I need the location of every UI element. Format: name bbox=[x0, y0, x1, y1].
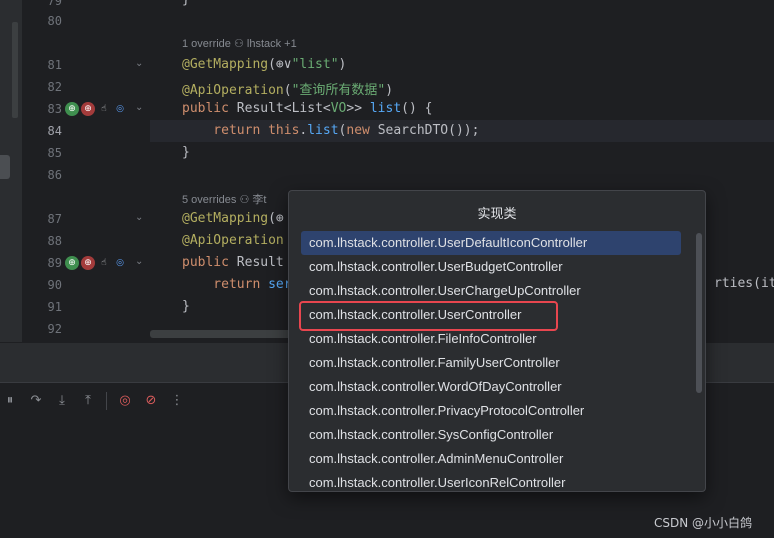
fold-chevron-icon[interactable]: ⌄ bbox=[135, 256, 143, 267]
code-token: () { bbox=[401, 101, 433, 116]
code-token: } bbox=[182, 0, 190, 7]
code-token: public bbox=[182, 101, 237, 116]
line-number: 83 bbox=[47, 102, 62, 116]
more-icon[interactable]: ⋮ bbox=[169, 393, 185, 409]
code-token: @GetMapping bbox=[182, 211, 269, 226]
implementation-item[interactable]: com.lhstack.controller.UserDefaultIconCo… bbox=[301, 231, 681, 255]
code-token: list bbox=[307, 123, 339, 138]
hand-pointer-icon[interactable]: ☝ bbox=[97, 256, 111, 270]
code-line: return this.list(new SearchDTO()); bbox=[182, 123, 479, 138]
implemented-icon[interactable]: ⊕ bbox=[65, 102, 79, 116]
code-vision-hint[interactable]: 1 override ⚇ lhstack +1 bbox=[182, 37, 297, 50]
implementation-item[interactable]: com.lhstack.controller.SysConfigControll… bbox=[301, 423, 681, 447]
implementation-item[interactable]: com.lhstack.controller.WordOfDayControll… bbox=[301, 375, 681, 399]
implementation-item[interactable]: com.lhstack.controller.UserChargeUpContr… bbox=[301, 279, 681, 303]
code-tail-text: rties(ite bbox=[714, 276, 774, 291]
code-token: ( bbox=[268, 57, 276, 72]
toolbar-separator bbox=[106, 391, 107, 410]
implementation-item[interactable]: com.lhstack.controller.UserIconRelContro… bbox=[301, 471, 681, 491]
code-line: } bbox=[182, 0, 190, 7]
code-token: @ApiOperation bbox=[182, 83, 284, 98]
popup-title: 实现类 bbox=[477, 207, 517, 222]
stripe-scrollbar[interactable] bbox=[12, 22, 18, 118]
web-icon[interactable]: ◎ bbox=[113, 256, 127, 270]
code-line: } bbox=[182, 299, 190, 314]
code-token: ⊕∨ bbox=[275, 57, 292, 72]
code-token: (⊕ bbox=[268, 211, 284, 226]
code-token: >> bbox=[346, 101, 370, 116]
code-token: public bbox=[182, 255, 237, 270]
line-number: 90 bbox=[47, 278, 62, 292]
line-number: 79 bbox=[47, 0, 62, 8]
code-token: Result bbox=[236, 255, 284, 270]
code-vision-hint[interactable]: 5 overrides ⚇ 李t bbox=[182, 191, 266, 207]
code-token: return this bbox=[182, 123, 300, 138]
implementation-item[interactable]: com.lhstack.controller.UserBudgetControl… bbox=[301, 255, 681, 279]
code-line: } bbox=[182, 145, 190, 160]
code-line: return ser bbox=[182, 277, 291, 292]
code-token: ) bbox=[385, 83, 394, 98]
mapping-icon[interactable]: ⊕ bbox=[81, 102, 95, 116]
web-icon[interactable]: ◎ bbox=[113, 102, 127, 116]
code-line: @ApiOperation bbox=[182, 233, 284, 248]
view-breakpoints-icon[interactable]: ◎ bbox=[117, 393, 133, 409]
implementation-item[interactable]: com.lhstack.controller.PrivacyProtocolCo… bbox=[301, 399, 681, 423]
code-token: } bbox=[182, 145, 190, 160]
code-line: @GetMapping(⊕ bbox=[182, 211, 284, 226]
step-into-icon[interactable]: ⤓ bbox=[54, 393, 70, 409]
code-token: "list" bbox=[291, 57, 339, 72]
stripe-tab[interactable] bbox=[0, 155, 10, 179]
code-token: VO bbox=[330, 101, 347, 116]
implementation-item[interactable]: com.lhstack.controller.FamilyUserControl… bbox=[301, 351, 681, 375]
step-out-icon[interactable]: ⤒ bbox=[80, 393, 96, 409]
line-number: 89 bbox=[47, 256, 62, 270]
code-token: } bbox=[182, 299, 190, 314]
line-number: 85 bbox=[47, 146, 62, 160]
gutter-icons-89: ⊕ ⊕ ☝ ◎ bbox=[65, 254, 127, 272]
popup-scrollbar[interactable] bbox=[696, 233, 702, 393]
implementation-item[interactable]: com.lhstack.controller.AdminMenuControll… bbox=[301, 447, 681, 471]
line-number: 91 bbox=[47, 300, 62, 314]
implementation-list: com.lhstack.controller.UserDefaultIconCo… bbox=[301, 231, 681, 491]
line-number: 88 bbox=[47, 234, 62, 248]
code-token: ) bbox=[338, 57, 347, 72]
annotation-highlight-box bbox=[299, 301, 558, 331]
line-number: 92 bbox=[47, 322, 62, 336]
fold-chevron-icon[interactable]: ⌄ bbox=[135, 212, 143, 223]
line-number: 80 bbox=[47, 14, 62, 28]
line-number: 87 bbox=[47, 212, 62, 226]
mapping-icon[interactable]: ⊕ bbox=[81, 256, 95, 270]
code-token: SearchDTO()); bbox=[377, 123, 480, 138]
code-line: public Result bbox=[182, 255, 284, 270]
fold-chevron-icon[interactable]: ⌄ bbox=[135, 102, 143, 113]
code-line: @GetMapping(⊕∨"list") bbox=[182, 57, 346, 72]
line-number: 81 bbox=[47, 58, 62, 72]
code-token: Result<List< bbox=[236, 101, 331, 116]
horizontal-scrollbar[interactable] bbox=[150, 330, 310, 338]
step-over-icon[interactable]: ↷ bbox=[28, 393, 44, 409]
code-line: public Result<List<VO>> list() { bbox=[182, 101, 432, 116]
code-token: @ApiOperation bbox=[182, 233, 284, 248]
code-line: @ApiOperation("查询所有数据") bbox=[182, 79, 393, 98]
pause-icon[interactable]: ⏸ bbox=[2, 393, 18, 409]
code-token: "查询所有数据" bbox=[291, 83, 386, 98]
fold-chevron-icon[interactable]: ⌄ bbox=[135, 58, 143, 69]
line-number: 82 bbox=[47, 80, 62, 94]
watermark: CSDN @小小白鸽 bbox=[654, 516, 753, 530]
tool-window-stripe bbox=[0, 0, 22, 342]
implemented-icon[interactable]: ⊕ bbox=[65, 256, 79, 270]
code-token: new bbox=[346, 123, 378, 138]
code-token: ( bbox=[283, 83, 292, 98]
implementations-popup: 实现类 com.lhstack.controller.UserDefaultIc… bbox=[288, 190, 706, 492]
gutter-icons-83: ⊕ ⊕ ☝ ◎ bbox=[65, 100, 127, 118]
hand-pointer-icon[interactable]: ☝ bbox=[97, 102, 111, 116]
line-number-current: 84 bbox=[47, 124, 62, 138]
code-token: @GetMapping bbox=[182, 57, 269, 72]
mute-breakpoints-icon[interactable]: ⊘ bbox=[143, 393, 159, 409]
code-token: list bbox=[369, 101, 402, 116]
code-token: return bbox=[182, 277, 269, 292]
line-number: 86 bbox=[47, 168, 62, 182]
